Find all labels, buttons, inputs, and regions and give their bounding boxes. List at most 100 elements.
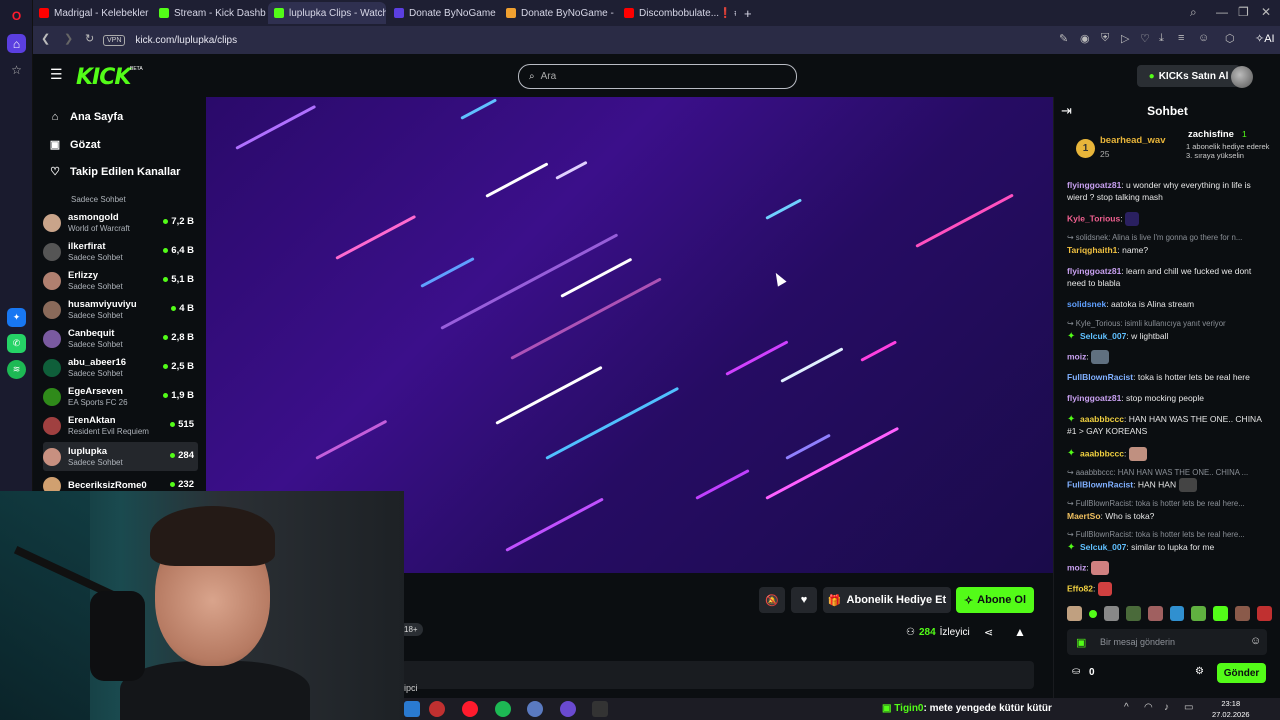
chat-user[interactable]: Kyle_Torious: [1067, 213, 1120, 223]
report-icon[interactable]: ▲: [1014, 625, 1026, 639]
camera-icon[interactable]: ◉: [1080, 32, 1090, 45]
emote-icon[interactable]: [1103, 606, 1119, 621]
gift-sub-button[interactable]: 🎁 Abonelik Hediye Et: [823, 587, 951, 613]
tab-4[interactable]: Donate ByNoGame - Gele: [500, 2, 616, 24]
reload-icon[interactable]: ↻: [85, 32, 94, 45]
edit-icon[interactable]: ✎: [1059, 32, 1068, 45]
gifter-name[interactable]: zachisfine: [1188, 129, 1234, 140]
emote-icon[interactable]: [1125, 606, 1141, 621]
emote-icon[interactable]: [1088, 610, 1097, 618]
minimize-icon[interactable]: —: [1216, 5, 1228, 19]
search-input[interactable]: ⌕ Ara: [518, 64, 797, 89]
extensions-icon[interactable]: ⬡: [1225, 32, 1235, 45]
channel-item[interactable]: ilkerfirat Sadece Sohbet 6,4 B: [43, 237, 198, 266]
spotify-icon[interactable]: ≋: [7, 360, 26, 379]
emote-icon[interactable]: [1169, 606, 1185, 621]
chat-user[interactable]: flyinggoatz81: [1067, 180, 1121, 190]
notifications-off-button[interactable]: 🔕: [759, 587, 785, 613]
user-avatar[interactable]: [1231, 66, 1253, 88]
tab-5[interactable]: Discombobulate...❗ #Sh: [618, 2, 736, 24]
gift-icon[interactable]: ▣: [1076, 636, 1086, 649]
channel-item-active[interactable]: luplupka Sadece Sohbet 284: [43, 442, 198, 471]
kick-logo[interactable]: KICK: [76, 65, 131, 90]
tab-2[interactable]: luplupka Clips - Watch Liv: [268, 2, 386, 24]
app-icon[interactable]: [404, 701, 420, 717]
tab-3[interactable]: Donate ByNoGame: [388, 2, 498, 24]
app-icon[interactable]: [527, 701, 543, 717]
send-button[interactable]: Gönder: [1217, 663, 1266, 683]
chat-user[interactable]: flyinggoatz81: [1067, 393, 1121, 403]
chat-user[interactable]: Effo82: [1067, 583, 1093, 593]
subscribe-button[interactable]: ✧ Abone Ol: [956, 587, 1034, 613]
home-rail-icon[interactable]: ⌂: [7, 34, 26, 53]
hamburger-menu-icon[interactable]: ☰: [50, 66, 63, 83]
vpn-badge[interactable]: VPN: [103, 34, 126, 46]
nav-browse[interactable]: ▣ Gözat: [48, 138, 101, 152]
profile-icon[interactable]: ☺: [1198, 32, 1209, 44]
emote-icon[interactable]: [1257, 606, 1272, 621]
chat-input[interactable]: ▣ Bir mesaj gönderin ☺: [1067, 629, 1267, 655]
menu-lines-icon[interactable]: ≡: [1178, 32, 1184, 44]
messenger-icon[interactable]: ✦: [7, 308, 26, 327]
chat-settings-icon[interactable]: ⚙: [1195, 666, 1204, 677]
chat-user[interactable]: aaabbbccc: [1080, 414, 1124, 424]
chat-user[interactable]: moiz: [1067, 351, 1086, 361]
battery-icon[interactable]: ▭: [1184, 702, 1193, 713]
buy-kicks-button[interactable]: ● KICKs Satın Al: [1137, 65, 1240, 87]
search-tabs-icon[interactable]: ⌕: [1190, 5, 1197, 20]
back-icon[interactable]: ❮: [41, 32, 50, 45]
opera-taskbar-icon[interactable]: [462, 701, 478, 717]
maximize-icon[interactable]: ❐: [1238, 5, 1249, 19]
chat-user[interactable]: FullBlownRacist: [1067, 372, 1133, 382]
url-field[interactable]: VPN kick.com/luplupka/clips: [103, 30, 1003, 50]
channel-item[interactable]: EgeArseven EA Sports FC 26 1,9 B: [43, 382, 198, 411]
channel-item[interactable]: Erlizzy Sadece Sohbet 5,1 B: [43, 266, 198, 295]
channel-item[interactable]: asmongold World of Warcraft 7,2 B: [43, 208, 198, 237]
emote-icon[interactable]: [1147, 606, 1163, 621]
opera-logo-icon[interactable]: O: [7, 6, 26, 25]
chat-user[interactable]: Selcuk_007: [1080, 542, 1126, 552]
close-icon[interactable]: ✕: [1261, 5, 1271, 19]
download-icon[interactable]: ⤓: [1159, 32, 1164, 45]
ai-button[interactable]: ✧AI: [1255, 32, 1275, 45]
chat-user[interactable]: FullBlownRacist: [1067, 479, 1133, 489]
star-rail-icon[interactable]: ☆: [7, 60, 26, 79]
tab-1[interactable]: Stream - Kick Dashboard: [153, 2, 266, 24]
chat-user[interactable]: aaabbbccc: [1080, 448, 1124, 458]
spotify-taskbar-icon[interactable]: [495, 701, 511, 717]
tab-0[interactable]: Madrigal - Kelebekler - Yo: [33, 2, 151, 24]
shield-icon[interactable]: ⛨: [1101, 32, 1109, 45]
play-icon[interactable]: ▷: [1121, 32, 1129, 45]
chat-user[interactable]: MaertSo: [1067, 511, 1101, 521]
channel-item[interactable]: Canbequit Sadece Sohbet 2,8 B: [43, 324, 198, 353]
chat-user[interactable]: Selcuk_007: [1080, 331, 1126, 341]
chat-user[interactable]: flyinggoatz81: [1067, 266, 1121, 276]
nav-home[interactable]: ⌂ Ana Sayfa: [48, 111, 124, 123]
points-icon[interactable]: ⛀: [1072, 666, 1080, 677]
channel-item[interactable]: husamviyuviyu Sadece Sohbet 4 B: [43, 295, 198, 324]
forward-icon[interactable]: ❯: [64, 32, 73, 45]
nav-following[interactable]: ♡ Takip Edilen Kanallar: [48, 165, 180, 179]
follow-button[interactable]: ♥: [791, 587, 817, 613]
emoji-icon[interactable]: ☺: [1250, 635, 1261, 647]
system-clock[interactable]: 23:18 27.02.2026: [1212, 698, 1250, 720]
share-icon[interactable]: ⋖: [984, 626, 993, 639]
channel-item[interactable]: abu_abeer16 Sadece Sohbet 2,5 B: [43, 353, 198, 382]
app-icon[interactable]: [592, 701, 608, 717]
wifi-icon[interactable]: ◠: [1144, 702, 1153, 713]
emote-icon[interactable]: [1213, 606, 1229, 621]
heart-outline-icon[interactable]: ♡: [1140, 32, 1150, 45]
new-tab-button[interactable]: +: [738, 2, 758, 24]
emote-icon[interactable]: [1191, 606, 1207, 621]
volume-icon[interactable]: ♪: [1164, 702, 1169, 713]
emote-icon[interactable]: [1235, 606, 1251, 621]
tray-chevron-icon[interactable]: ^: [1124, 702, 1129, 713]
record-app-icon[interactable]: [429, 701, 445, 717]
discord-taskbar-icon[interactable]: [560, 701, 576, 717]
chat-user[interactable]: Tariqghaith1: [1067, 245, 1117, 255]
chat-user[interactable]: moiz: [1067, 562, 1086, 572]
gifter-name[interactable]: bearhead_wav: [1100, 135, 1165, 146]
channel-item[interactable]: ErenAktan Resident Evil Requiem 515: [43, 411, 198, 440]
emote-icon[interactable]: [1067, 606, 1082, 621]
whatsapp-icon[interactable]: ✆: [7, 334, 26, 353]
